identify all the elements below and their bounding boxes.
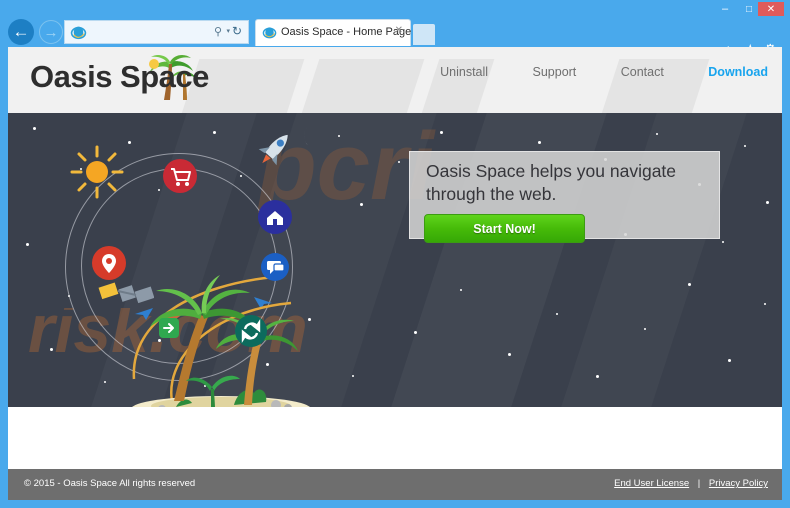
- site-logo[interactable]: Oasis Space: [30, 59, 209, 95]
- copyright-text: © 2015 - Oasis Space All rights reserved: [24, 478, 196, 489]
- star: [744, 145, 746, 147]
- star: [360, 203, 363, 206]
- star: [213, 131, 216, 134]
- promo-panel: Oasis Space helps you navigate through t…: [409, 151, 720, 243]
- content-white-band: [8, 407, 782, 469]
- star: [644, 328, 646, 330]
- star: [596, 375, 599, 378]
- star: [26, 243, 29, 246]
- footer-separator: |: [697, 478, 701, 489]
- search-icon[interactable]: ⚲: [214, 25, 222, 38]
- star: [440, 131, 443, 134]
- forward-button[interactable]: →: [39, 20, 63, 44]
- back-button[interactable]: ←: [8, 19, 34, 45]
- star: [556, 313, 558, 315]
- hero-section: risk.com pcri: [8, 113, 782, 407]
- star: [33, 127, 36, 130]
- tab-close-icon[interactable]: ✕: [395, 25, 403, 36]
- end-user-license-link[interactable]: End User License: [614, 478, 689, 489]
- privacy-policy-link[interactable]: Privacy Policy: [709, 478, 768, 489]
- star: [352, 375, 354, 377]
- nav-item-support[interactable]: Support: [533, 65, 577, 79]
- home-icon[interactable]: [258, 200, 292, 234]
- star: [722, 241, 724, 243]
- star: [508, 353, 511, 356]
- star: [766, 201, 769, 204]
- star: [50, 348, 53, 351]
- page-viewport: Oasis Space Uninstall Support Contact Do…: [8, 47, 782, 500]
- nav-item-download[interactable]: Download: [708, 65, 768, 79]
- star: [538, 141, 541, 144]
- chat-icon[interactable]: [261, 253, 289, 281]
- rocket-icon: [258, 134, 288, 166]
- promo-headline: Oasis Space helps you navigate through t…: [426, 161, 677, 204]
- minimize-button[interactable]: [713, 2, 737, 16]
- site-footer: © 2015 - Oasis Space All rights reserved…: [8, 469, 782, 500]
- browser-window: ← → ⚲ ▾ ↻ Oasis Space - Home Page ✕ ⌂ ★: [0, 0, 790, 508]
- site-header: Oasis Space Uninstall Support Contact Do…: [8, 47, 782, 113]
- main-navigation: Uninstall Support Contact Download: [400, 63, 768, 81]
- palm-island-illustration: [132, 275, 310, 407]
- sun-icon: [70, 145, 124, 199]
- star: [104, 381, 106, 383]
- star: [338, 135, 340, 137]
- chevron-down-icon[interactable]: ▾: [226, 27, 230, 35]
- close-button[interactable]: [758, 2, 784, 16]
- browser-tab[interactable]: Oasis Space - Home Page ✕: [255, 19, 411, 46]
- star: [128, 141, 131, 144]
- login-icon[interactable]: [159, 318, 179, 338]
- refresh-icon[interactable]: ↻: [232, 24, 242, 38]
- footer-links: End User License | Privacy Policy: [614, 478, 768, 489]
- star: [398, 161, 400, 163]
- star: [414, 331, 417, 334]
- browser-toolbar: ← → ⚲ ▾ ↻ Oasis Space - Home Page ✕ ⌂ ★: [0, 18, 790, 57]
- nav-item-uninstall[interactable]: Uninstall: [440, 65, 488, 79]
- refresh-icon[interactable]: [235, 315, 267, 347]
- new-tab-button[interactable]: [413, 24, 435, 45]
- star: [728, 359, 731, 362]
- title-bar: [0, 0, 790, 18]
- star: [656, 133, 658, 135]
- internet-explorer-icon: [70, 26, 87, 40]
- location-pin-icon[interactable]: [92, 246, 126, 280]
- moon-icon: [303, 123, 317, 149]
- cart-icon[interactable]: [163, 159, 197, 193]
- tab-favicon-icon: [262, 27, 277, 39]
- nav-item-contact[interactable]: Contact: [621, 65, 664, 79]
- start-now-button[interactable]: Start Now!: [424, 214, 585, 243]
- tab-title: Oasis Space - Home Page: [281, 26, 412, 38]
- address-bar[interactable]: ⚲ ▾ ↻: [64, 20, 249, 44]
- star: [764, 303, 766, 305]
- star: [460, 289, 462, 291]
- star: [688, 283, 691, 286]
